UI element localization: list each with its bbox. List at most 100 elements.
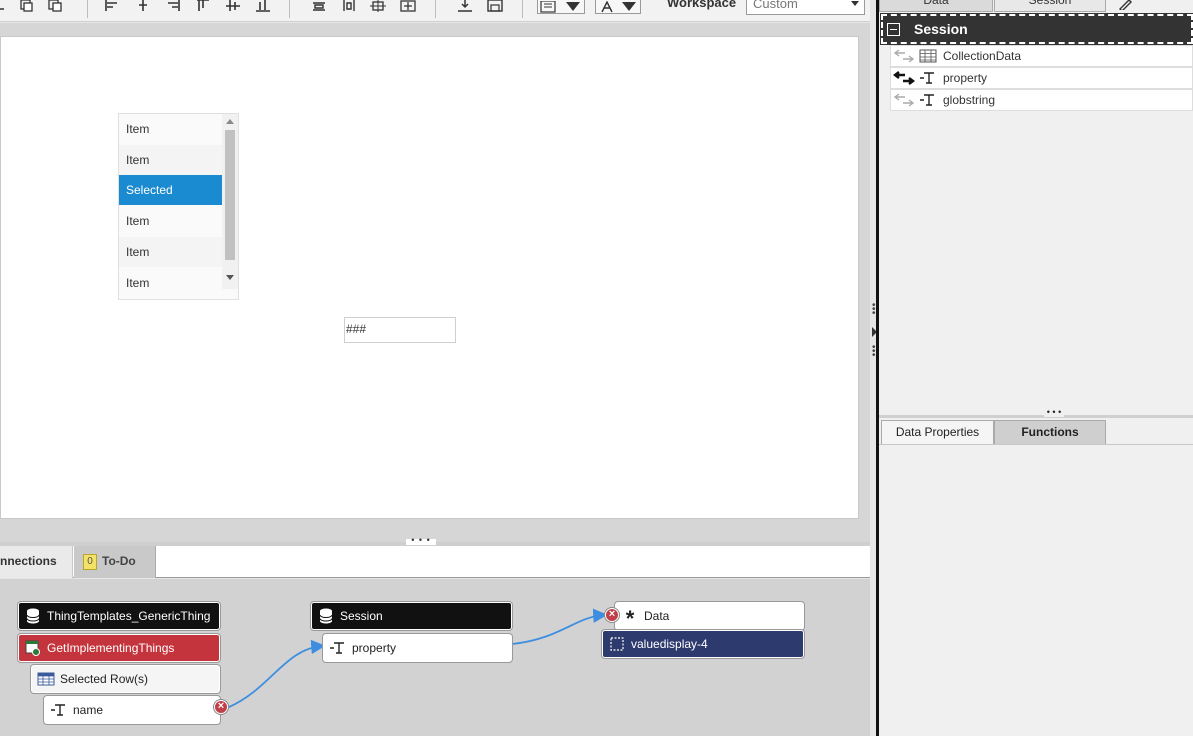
binding-curve <box>228 639 326 708</box>
list-scrollbar[interactable] <box>222 114 238 289</box>
design-canvas-area: Item Item Selected Item Item Item ### <box>0 23 872 542</box>
pencil-icon[interactable] <box>1119 0 1133 12</box>
target-data-label: Data <box>644 609 670 623</box>
align-bottom-icon[interactable] <box>255 0 271 12</box>
remove-binding-icon[interactable]: × <box>214 700 228 714</box>
layout-icon <box>538 0 560 13</box>
toolbar-separator <box>87 0 88 18</box>
session-property-row[interactable]: globstring <box>890 89 1193 111</box>
toolbar-separator <box>435 0 436 18</box>
font-dropdown[interactable] <box>595 0 641 14</box>
splitter-grip-icon[interactable]: • • • <box>872 343 876 361</box>
table-icon <box>36 670 56 688</box>
list-item[interactable]: Item <box>119 268 222 298</box>
binding-arrows-icon[interactable] <box>891 91 917 109</box>
tab-functions[interactable]: Functions <box>994 420 1106 445</box>
list-widget[interactable]: Item Item Selected Item Item Item <box>118 113 239 300</box>
chevron-down-icon <box>851 1 859 6</box>
splitter-grip-icon[interactable]: • • • <box>872 301 876 319</box>
text-type-icon <box>917 91 939 109</box>
design-canvas[interactable]: Item Item Selected Item Item Item ### <box>0 36 859 519</box>
target-data-node[interactable]: * Data <box>615 602 804 630</box>
scroll-up-icon[interactable] <box>226 119 234 124</box>
widget-node-label: valuedisplay-4 <box>631 637 708 651</box>
save-icon[interactable] <box>487 0 503 12</box>
session-property-label: globstring <box>943 93 996 107</box>
data-panel-splitter[interactable]: • • • <box>879 408 1193 418</box>
workspace-label: Workspace <box>667 0 737 10</box>
widget-node[interactable]: valuedisplay-4 <box>602 630 804 658</box>
value-display-widget[interactable]: ### <box>344 317 456 343</box>
table-icon <box>917 47 939 65</box>
tab-data-properties[interactable]: Data Properties <box>881 420 994 445</box>
session-section-header[interactable]: Session <box>880 13 1193 45</box>
text-type-icon <box>328 639 348 657</box>
align-top-icon[interactable] <box>195 0 211 12</box>
align-left-icon[interactable] <box>104 0 120 12</box>
tab-todo[interactable]: 0 To-Do <box>74 546 156 578</box>
layout-dropdown[interactable] <box>537 0 585 14</box>
toolbar-separator <box>289 0 290 18</box>
data-panel: Data Session Session CollectionData prop… <box>879 0 1193 736</box>
text-type-icon <box>917 69 939 87</box>
thing-node-label: ThingTemplates_GenericThing <box>47 609 211 623</box>
session-property-label: property <box>943 71 988 85</box>
service-node-label: GetImplementingThings <box>47 641 175 655</box>
session-property-label: property <box>352 641 397 655</box>
session-property-node[interactable]: property <box>323 634 512 662</box>
chevron-down-icon <box>566 2 580 11</box>
duplicate-icon[interactable] <box>47 0 63 12</box>
session-property-label: CollectionData <box>943 49 1022 63</box>
distribute-vertical-icon[interactable] <box>311 0 327 12</box>
service-icon <box>23 639 43 657</box>
align-center-icon[interactable] <box>135 0 151 12</box>
center-widget-icon[interactable] <box>370 0 386 12</box>
align-middle-icon[interactable] <box>225 0 241 12</box>
bottom-tabs: nnections 0 To-Do <box>0 546 872 578</box>
session-node[interactable]: Session <box>311 602 512 630</box>
splitter-grip-icon[interactable]: • • • <box>1044 408 1064 417</box>
list-item[interactable]: Item <box>119 237 222 267</box>
session-node-label: Session <box>340 609 383 623</box>
session-property-row[interactable]: CollectionData <box>890 45 1193 67</box>
tab-connections[interactable]: nnections <box>0 546 73 578</box>
copy-icon[interactable] <box>18 0 34 12</box>
service-node[interactable]: GetImplementingThings <box>18 634 220 662</box>
tab-session[interactable]: Session <box>994 0 1106 12</box>
export-icon[interactable] <box>457 0 473 12</box>
database-icon <box>316 607 336 625</box>
distribute-horizontal-icon[interactable] <box>341 0 357 12</box>
scroll-down-icon[interactable] <box>226 275 234 280</box>
thing-node[interactable]: ThingTemplates_GenericThing <box>18 602 220 630</box>
session-property-row[interactable]: property <box>890 67 1193 89</box>
data-panel-tabs: Data Session <box>879 0 1193 14</box>
remove-binding-icon[interactable]: × <box>605 608 619 622</box>
session-header-label: Session <box>914 21 968 37</box>
field-node-label: name <box>73 703 104 717</box>
workspace-select[interactable]: Custom <box>746 0 865 15</box>
database-icon <box>23 607 43 625</box>
binding-arrows-icon[interactable] <box>891 47 917 65</box>
selected-rows-label: Selected Row(s) <box>60 672 149 686</box>
field-node[interactable]: name <box>44 696 220 724</box>
tab-underline <box>879 444 1193 445</box>
workspace-value: Custom <box>753 0 798 11</box>
align-right-icon[interactable] <box>165 0 181 12</box>
connections-diagram: ThingTemplates_GenericThing GetImplement… <box>0 579 870 736</box>
list-item[interactable]: Item <box>119 206 222 236</box>
list-item[interactable]: Item <box>119 145 222 175</box>
tab-todo-label: To-Do <box>102 554 136 568</box>
collapse-icon[interactable] <box>887 22 900 36</box>
list-item[interactable]: Item <box>119 114 222 144</box>
splitter-grip-icon[interactable]: • • • <box>406 536 436 545</box>
scroll-thumb[interactable] <box>225 130 235 260</box>
fit-widget-icon[interactable] <box>400 0 416 12</box>
paste-icon[interactable] <box>0 0 10 12</box>
tab-data[interactable]: Data <box>879 0 993 12</box>
list-item-selected[interactable]: Selected <box>119 175 222 205</box>
chevron-down-icon <box>622 2 636 11</box>
selected-rows-node[interactable]: Selected Row(s) <box>31 665 220 693</box>
widget-frame-icon <box>607 635 627 653</box>
binding-arrows-icon[interactable] <box>891 69 917 87</box>
todo-count-badge: 0 <box>83 553 97 570</box>
